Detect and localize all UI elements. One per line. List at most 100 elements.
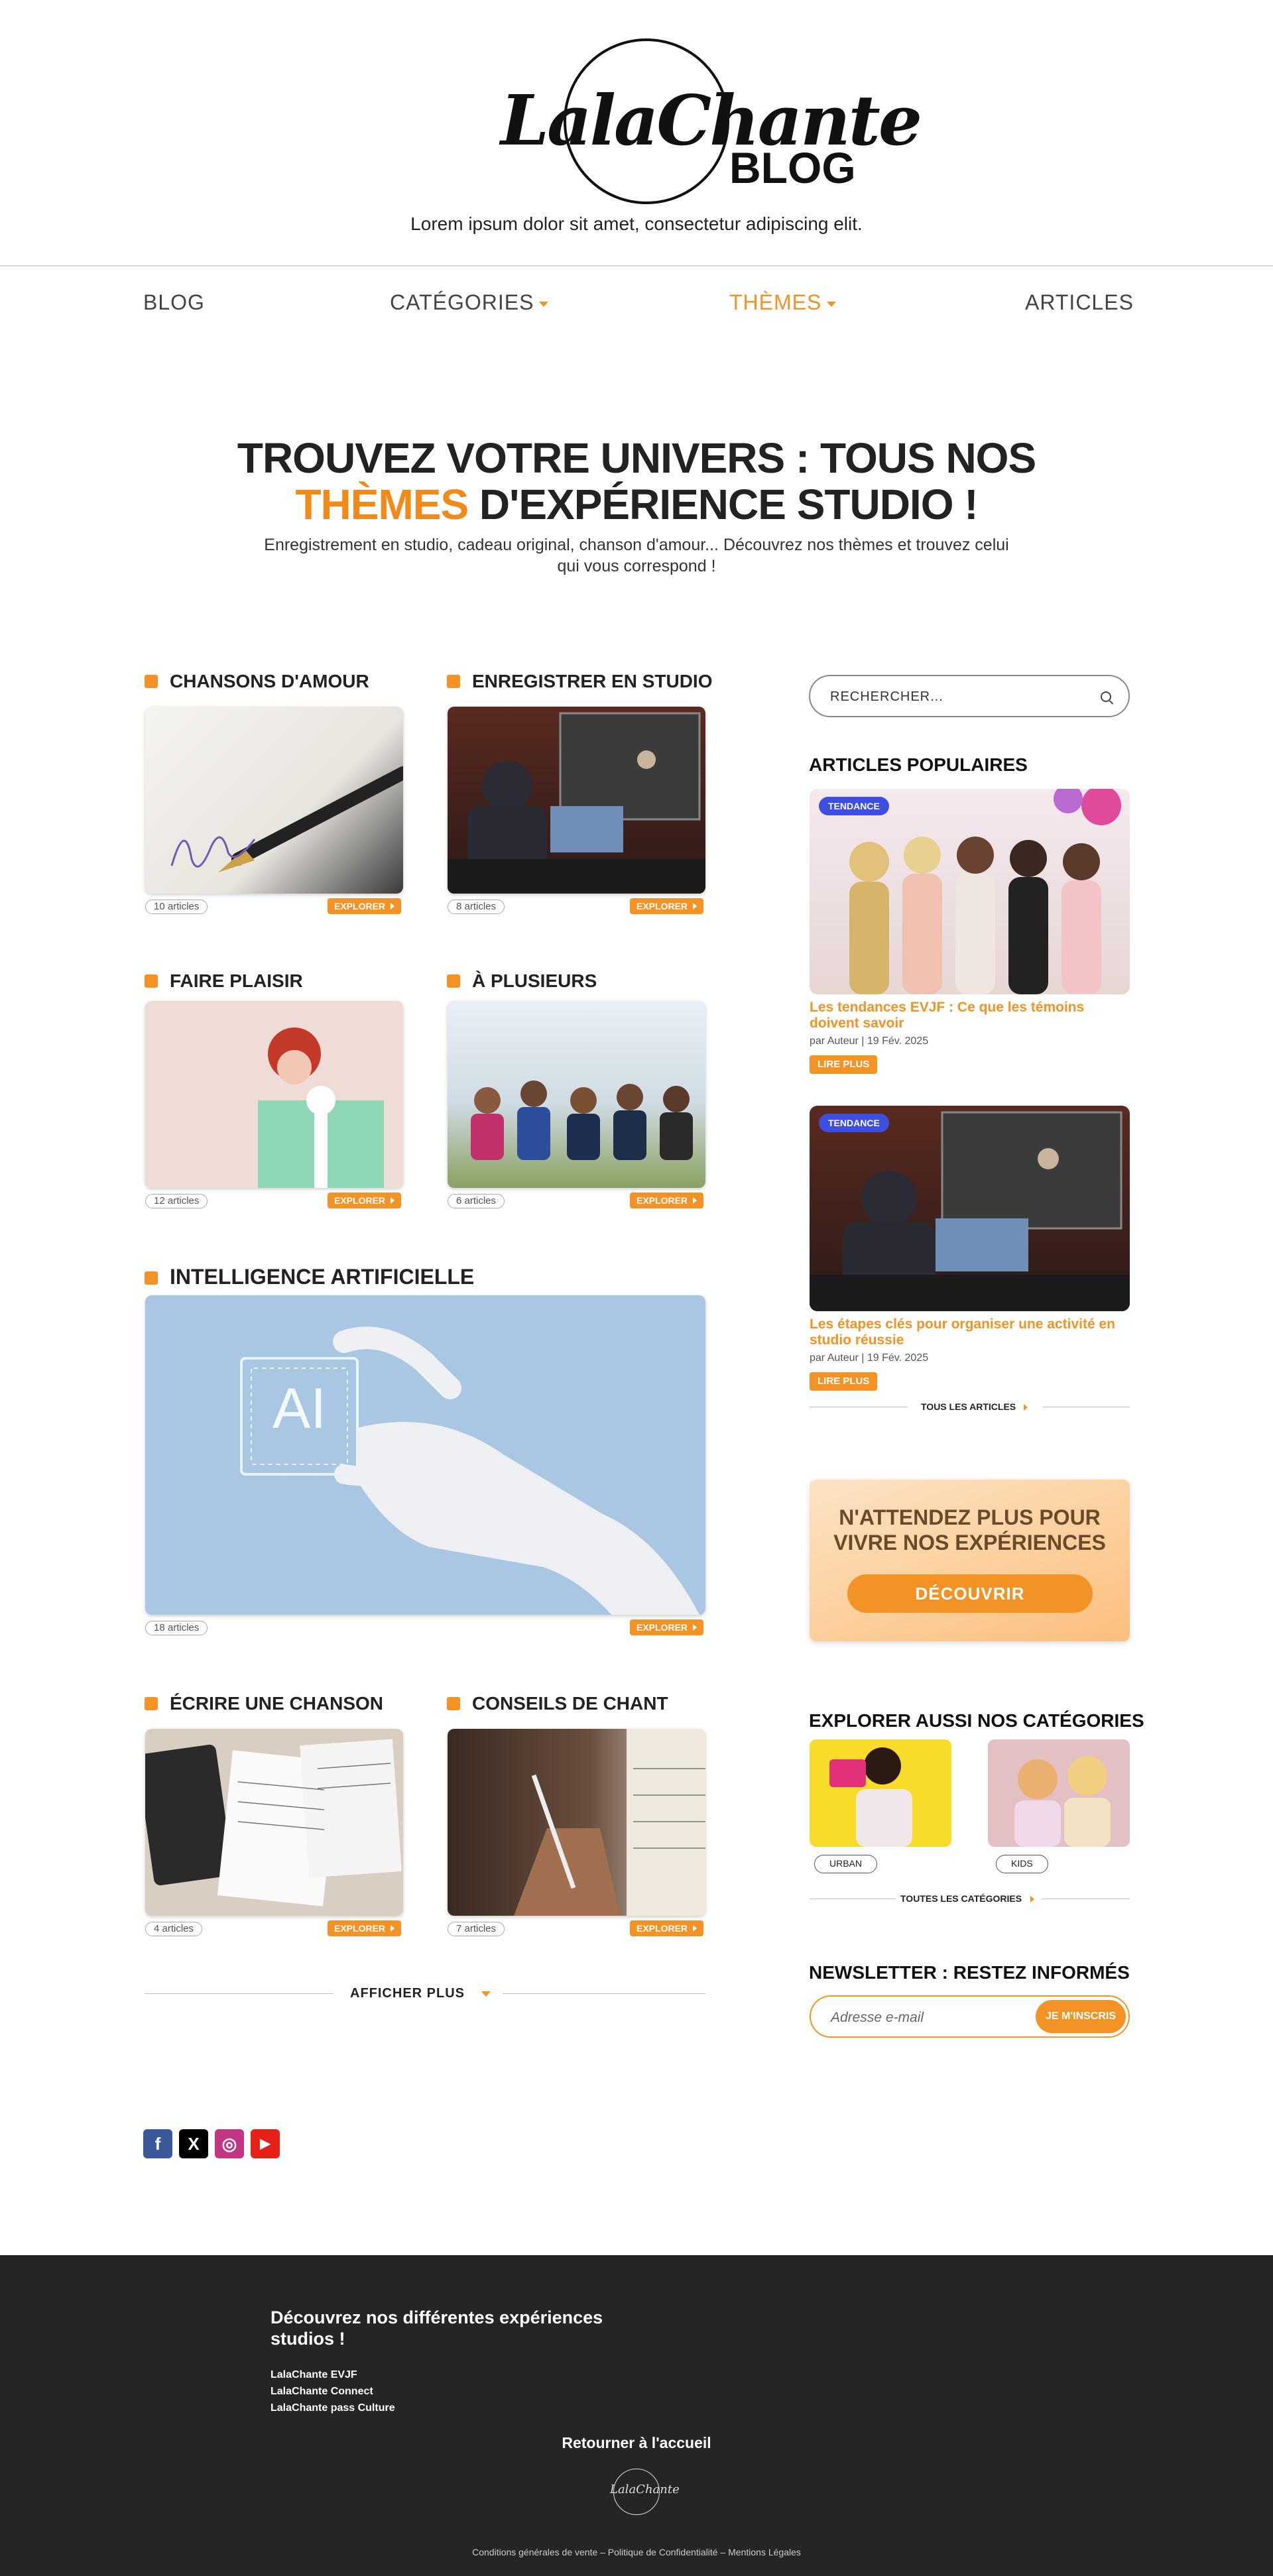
theme-title[interactable]: À PLUSIEURS bbox=[447, 970, 597, 992]
theme-image-ai[interactable]: AI bbox=[145, 1295, 705, 1615]
site-logo[interactable]: LalaChante BLOG bbox=[491, 33, 922, 205]
popular-heading: ARTICLES POPULAIRES bbox=[809, 754, 1028, 775]
popular-article-title[interactable]: Les étapes clés pour organiser une activ… bbox=[810, 1317, 1121, 1348]
bullet-square-icon bbox=[145, 1271, 158, 1285]
bullet-square-icon bbox=[145, 675, 158, 688]
explore-label: EXPLORER bbox=[334, 1923, 386, 1934]
popular-article-title[interactable]: Les tendances EVJF : Ce que les témoins … bbox=[810, 1000, 1121, 1031]
theme-title-text: ÉCRIRE UNE CHANSON bbox=[170, 1693, 384, 1714]
explore-label: EXPLORER bbox=[636, 1622, 688, 1633]
cta-title: N'ATTENDEZ PLUS POUR VIVRE NOS EXPÉRIENC… bbox=[833, 1505, 1106, 1554]
theme-title-text: À PLUSIEURS bbox=[472, 970, 597, 991]
nav-item-articles[interactable]: ARTICLES bbox=[1025, 290, 1134, 315]
theme-image-studio[interactable] bbox=[448, 707, 705, 894]
footer-link-evjf[interactable]: LalaChante EVJF bbox=[271, 2369, 357, 2381]
main-nav: BLOG CATÉGORIES THÈMES ARTICLES bbox=[0, 290, 1273, 323]
article-count-badge: 18 articles bbox=[145, 1621, 208, 1635]
youtube-icon[interactable]: ▶ bbox=[251, 2129, 280, 2158]
popular-article-image[interactable]: TENDANCE bbox=[810, 1106, 1130, 1311]
theme-image-gift[interactable] bbox=[145, 1001, 403, 1188]
back-home-link[interactable]: Retourner à l'accueil bbox=[0, 2434, 1273, 2452]
arrow-right-icon bbox=[1024, 1404, 1028, 1411]
category-pill-kids[interactable]: KIDS bbox=[996, 1855, 1048, 1873]
search-placeholder: RECHERCHER... bbox=[830, 689, 943, 704]
search-input[interactable]: RECHERCHER... bbox=[809, 675, 1130, 717]
nav-label: CATÉGORIES bbox=[390, 290, 534, 314]
cta-banner: N'ATTENDEZ PLUS POUR VIVRE NOS EXPÉRIENC… bbox=[810, 1480, 1130, 1641]
theme-image-group[interactable] bbox=[448, 1001, 705, 1188]
theme-image-metronome[interactable] bbox=[448, 1729, 705, 1916]
logo-blog-text: BLOG bbox=[729, 143, 856, 192]
all-articles-link[interactable]: TOUS LES ARTICLES bbox=[810, 1400, 1130, 1413]
explore-button[interactable]: EXPLORER bbox=[328, 898, 402, 914]
group-illustration bbox=[471, 1081, 693, 1160]
article-count-badge: 10 articles bbox=[145, 900, 208, 914]
nav-item-categories[interactable]: CATÉGORIES bbox=[390, 290, 549, 315]
newsletter-email-field[interactable]: Adresse e-mail JE M'INSCRIS bbox=[810, 1995, 1130, 2038]
article-count-badge: 7 articles bbox=[448, 1922, 505, 1936]
gift-illustration bbox=[258, 1027, 384, 1188]
explore-label: EXPLORER bbox=[334, 901, 386, 911]
legal-links[interactable]: Conditions générales de vente – Politiqu… bbox=[0, 2547, 1273, 2557]
all-categories-label: TOUTES LES CATÉGORIES bbox=[900, 1893, 1022, 1904]
read-more-button[interactable]: LIRE PLUS bbox=[810, 1055, 878, 1074]
email-placeholder: Adresse e-mail bbox=[831, 2010, 924, 2025]
search-icon[interactable] bbox=[1101, 691, 1111, 702]
explore-button[interactable]: EXPLORER bbox=[630, 1193, 704, 1208]
footer-link-connect[interactable]: LalaChante Connect bbox=[271, 2386, 373, 2398]
explore-button[interactable]: EXPLORER bbox=[630, 1920, 704, 1936]
footer-link-pass-culture[interactable]: LalaChante pass Culture bbox=[271, 2402, 395, 2414]
explore-button[interactable]: EXPLORER bbox=[328, 1193, 402, 1208]
theme-title-text: INTELLIGENCE ARTIFICIELLE bbox=[170, 1265, 475, 1289]
studio-illustration bbox=[810, 1111, 1130, 1311]
bullet-square-icon bbox=[447, 1697, 460, 1710]
explore-button[interactable]: EXPLORER bbox=[630, 898, 704, 914]
read-more-button[interactable]: LIRE PLUS bbox=[810, 1372, 878, 1391]
theme-title[interactable]: CONSEILS DE CHANT bbox=[447, 1693, 668, 1714]
subscribe-button[interactable]: JE M'INSCRIS bbox=[1036, 2000, 1126, 2033]
nav-label: THÈMES bbox=[729, 290, 822, 314]
nav-item-themes[interactable]: THÈMES bbox=[729, 290, 837, 315]
category-image-urban[interactable] bbox=[810, 1739, 951, 1847]
explore-button[interactable]: EXPLORER bbox=[328, 1920, 402, 1936]
explore-label: EXPLORER bbox=[636, 901, 688, 911]
page-subtitle: Enregistrement en studio, cadeau origina… bbox=[264, 536, 1009, 575]
pen-illustration bbox=[170, 766, 403, 872]
bullet-square-icon bbox=[145, 974, 158, 988]
theme-title[interactable]: FAIRE PLAISIR bbox=[145, 970, 303, 992]
divider bbox=[503, 1993, 705, 1994]
theme-title[interactable]: ENREGISTRER EN STUDIO bbox=[447, 671, 712, 692]
popular-article-image[interactable]: TENDANCE bbox=[810, 789, 1130, 994]
footer-logo[interactable]: LalaChante bbox=[610, 2469, 680, 2515]
nav-item-blog[interactable]: BLOG bbox=[143, 290, 205, 315]
theme-image-love-letter[interactable] bbox=[145, 707, 403, 894]
theme-title[interactable]: INTELLIGENCE ARTIFICIELLE bbox=[145, 1265, 474, 1289]
facebook-icon[interactable]: f bbox=[143, 2129, 172, 2158]
instagram-icon[interactable]: ◎ bbox=[215, 2129, 244, 2158]
category-image-kids[interactable] bbox=[988, 1739, 1130, 1847]
discover-button[interactable]: DÉCOUVRIR bbox=[847, 1574, 1093, 1613]
arrow-right-icon bbox=[1030, 1896, 1034, 1903]
tagline: Lorem ipsum dolor sit amet, consectetur … bbox=[410, 213, 863, 234]
explore-button[interactable]: EXPLORER bbox=[630, 1619, 704, 1635]
all-articles-label: TOUS LES ARTICLES bbox=[921, 1401, 1016, 1412]
show-more-button[interactable]: AFFICHER PLUS bbox=[145, 1983, 705, 2003]
trending-badge: TENDANCE bbox=[819, 1114, 889, 1132]
article-count-badge: 6 articles bbox=[448, 1194, 505, 1208]
all-categories-link[interactable]: TOUTES LES CATÉGORIES bbox=[810, 1892, 1130, 1905]
trending-badge: TENDANCE bbox=[819, 797, 889, 815]
category-pill-urban[interactable]: URBAN bbox=[814, 1855, 878, 1873]
facebook-glyph: f bbox=[154, 2134, 161, 2154]
theme-title[interactable]: CHANSONS D'AMOUR bbox=[145, 671, 369, 692]
urban-illustration bbox=[829, 1747, 912, 1847]
newsletter-heading: NEWSLETTER : RESTEZ INFORMÉS bbox=[809, 1962, 1130, 1983]
sheet-music-illustration bbox=[145, 1739, 402, 1906]
theme-image-sheet-music[interactable] bbox=[145, 1729, 403, 1916]
arrow-right-icon bbox=[693, 903, 697, 909]
theme-title[interactable]: ÉCRIRE UNE CHANSON bbox=[145, 1693, 383, 1714]
explore-label: EXPLORER bbox=[334, 1195, 386, 1206]
site-header: LalaChante BLOG Lorem ipsum dolor sit am… bbox=[0, 0, 1273, 266]
footer-logo-text: LalaChante bbox=[610, 2483, 680, 2496]
title-line-2: D'EXPÉRIENCE STUDIO ! bbox=[468, 481, 979, 528]
x-icon[interactable]: X bbox=[179, 2129, 208, 2158]
